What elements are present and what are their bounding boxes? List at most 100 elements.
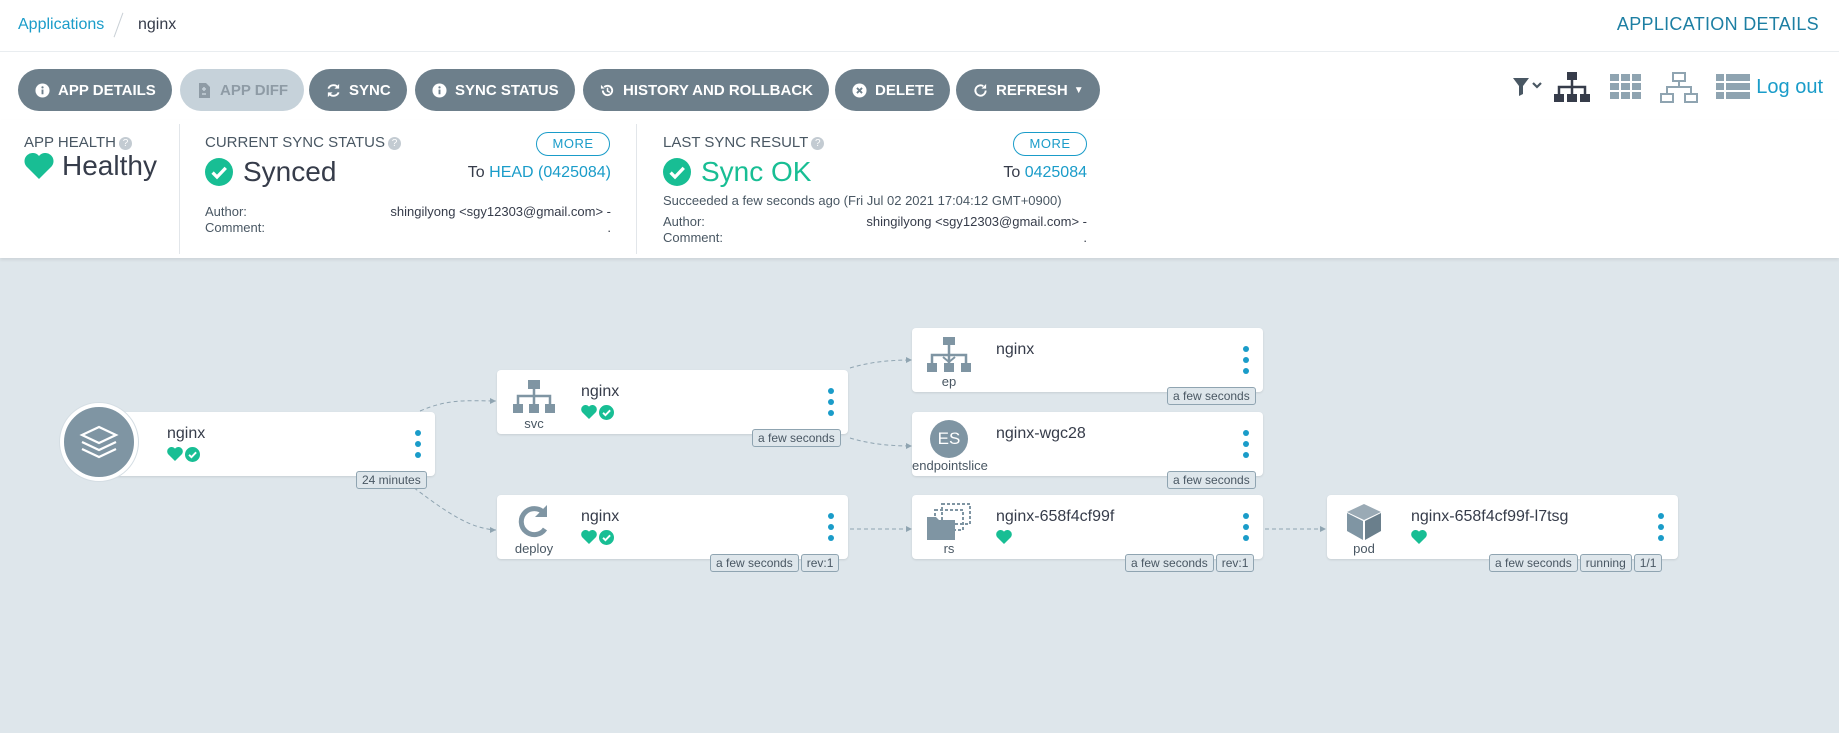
node-status	[1411, 530, 1427, 544]
node-tag: a few seconds	[710, 554, 799, 572]
node-name: nginx	[996, 341, 1035, 358]
node-name: nginx	[581, 383, 620, 400]
node-name: nginx-658f4cf99f	[996, 508, 1115, 525]
last-sync-succeeded: Succeeded a few seconds ago (Fri Jul 02 …	[663, 193, 1062, 208]
node-status	[581, 530, 614, 545]
node-menu-icon[interactable]	[1658, 513, 1664, 541]
heart-icon	[167, 447, 183, 461]
app-details-button[interactable]: APP DETAILS	[18, 69, 172, 111]
replicaset-icon	[926, 503, 972, 541]
endpointslice-node-tags: a few seconds	[1167, 471, 1256, 489]
node-tag: 1/1	[1633, 554, 1663, 572]
heart-icon	[581, 530, 597, 544]
last-sync-more-button[interactable]: MORE	[1013, 132, 1087, 156]
application-icon	[60, 403, 138, 481]
deploy-node[interactable]: deploy nginx	[497, 495, 848, 559]
node-name: nginx	[581, 508, 620, 525]
check-circle-icon	[205, 158, 233, 186]
breadcrumb-current: nginx	[138, 16, 177, 33]
node-kind: deploy	[514, 541, 554, 556]
node-kind: endpointslice	[912, 458, 988, 473]
sync-label: SYNC	[349, 81, 391, 99]
heart-icon	[1411, 530, 1427, 544]
tree-view-icon[interactable]	[1552, 72, 1592, 109]
pod-node[interactable]: pod nginx-658f4cf99f-l7tsg	[1327, 495, 1678, 559]
last-sync-target: To 0425084	[1003, 164, 1087, 181]
sync-button[interactable]: SYNC	[309, 69, 407, 111]
delete-label: DELETE	[875, 81, 935, 99]
breadcrumb-applications-link[interactable]: Applications	[18, 16, 104, 34]
author-value: shingilyong <sgy12303@gmail.com> -	[866, 214, 1087, 229]
caret-down-icon: ▼	[1073, 84, 1084, 96]
node-tag: a few seconds	[1167, 387, 1256, 405]
last-sync-label: LAST SYNC RESULT?	[663, 134, 825, 151]
sync-status-button[interactable]: SYNC STATUS	[415, 69, 575, 111]
last-sync-revision-link[interactable]: 0425084	[1025, 164, 1087, 181]
divider	[636, 124, 637, 254]
current-sync-label: CURRENT SYNC STATUS?	[205, 134, 402, 151]
heart-icon	[996, 530, 1012, 544]
node-status	[581, 405, 614, 420]
help-icon[interactable]: ?	[811, 136, 825, 150]
last-sync-value: Sync OK	[663, 156, 811, 188]
node-kind: pod	[1353, 541, 1375, 556]
node-kind: rs	[943, 541, 955, 556]
node-name: nginx-658f4cf99f-l7tsg	[1411, 508, 1569, 525]
logout-link[interactable]: Log out	[1756, 76, 1823, 99]
history-rollback-label: HISTORY AND ROLLBACK	[623, 81, 814, 99]
node-menu-icon[interactable]	[1243, 346, 1249, 374]
rs-node[interactable]: rs nginx-658f4cf99f	[912, 495, 1263, 559]
check-circle-icon	[185, 447, 200, 462]
sync-status-more-button[interactable]: MORE	[536, 132, 610, 156]
deploy-node-tags: a few seconds rev:1	[710, 554, 840, 572]
ep-node-tags: a few seconds	[1167, 387, 1256, 405]
status-panel: APP HEALTH? Healthy CURRENT SYNC STATUS?…	[0, 120, 1839, 258]
node-tag: running	[1579, 554, 1632, 572]
check-circle-icon	[663, 158, 691, 186]
network-view-icon[interactable]	[1660, 72, 1698, 109]
sync-status-value: Synced	[205, 156, 336, 188]
sync-status-revision-link[interactable]: HEAD (0425084)	[489, 164, 611, 181]
file-diff-icon	[196, 82, 212, 98]
app-health-value: Healthy	[24, 150, 157, 182]
node-menu-icon[interactable]	[415, 430, 421, 458]
comment-value: .	[607, 220, 611, 235]
node-menu-icon[interactable]	[828, 513, 834, 541]
app-diff-label: APP DIFF	[220, 81, 289, 99]
comment-label: Comment:	[205, 220, 265, 235]
refresh-button[interactable]: REFRESH ▼	[956, 69, 1100, 111]
resource-tree: nginx 24 minutes svc nginx a few seconds…	[0, 258, 1839, 733]
node-tag: rev:1	[1215, 554, 1255, 572]
delete-icon	[851, 82, 867, 98]
svc-node[interactable]: svc nginx	[497, 370, 848, 434]
check-circle-icon	[599, 405, 614, 420]
app-diff-button[interactable]: APP DIFF	[180, 69, 305, 111]
help-icon[interactable]: ?	[118, 136, 132, 150]
app-health-section: APP HEALTH? Healthy	[24, 120, 174, 258]
breadcrumb-separator	[113, 12, 124, 38]
node-tag: a few seconds	[1167, 471, 1256, 489]
page-title: APPLICATION DETAILS	[1616, 14, 1819, 34]
last-sync-section: LAST SYNC RESULT? Sync OK MORE To 042508…	[663, 120, 1091, 258]
node-tag: 24 minutes	[356, 471, 427, 489]
pods-view-icon[interactable]	[1610, 72, 1642, 107]
history-rollback-button[interactable]: HISTORY AND ROLLBACK	[583, 69, 830, 111]
heart-icon	[581, 405, 597, 419]
heart-icon	[24, 153, 54, 179]
endpointslice-node[interactable]: ES endpointslice nginx-wgc28	[912, 412, 1263, 476]
list-view-icon[interactable]	[1716, 72, 1750, 107]
filter-icon[interactable]	[1512, 72, 1544, 107]
comment-label: Comment:	[663, 230, 723, 245]
help-icon[interactable]: ?	[388, 136, 402, 150]
deployment-icon	[511, 503, 557, 541]
node-tag: a few seconds	[1489, 554, 1578, 572]
delete-button[interactable]: DELETE	[835, 69, 951, 111]
author-label: Author:	[663, 214, 705, 229]
node-menu-icon[interactable]	[1243, 513, 1249, 541]
ep-node[interactable]: ep nginx	[912, 328, 1263, 392]
app-details-label: APP DETAILS	[58, 81, 156, 99]
node-menu-icon[interactable]	[1243, 430, 1249, 458]
author-value: shingilyong <sgy12303@gmail.com> -	[390, 204, 611, 219]
node-menu-icon[interactable]	[828, 388, 834, 416]
refresh-label: REFRESH	[996, 81, 1068, 99]
